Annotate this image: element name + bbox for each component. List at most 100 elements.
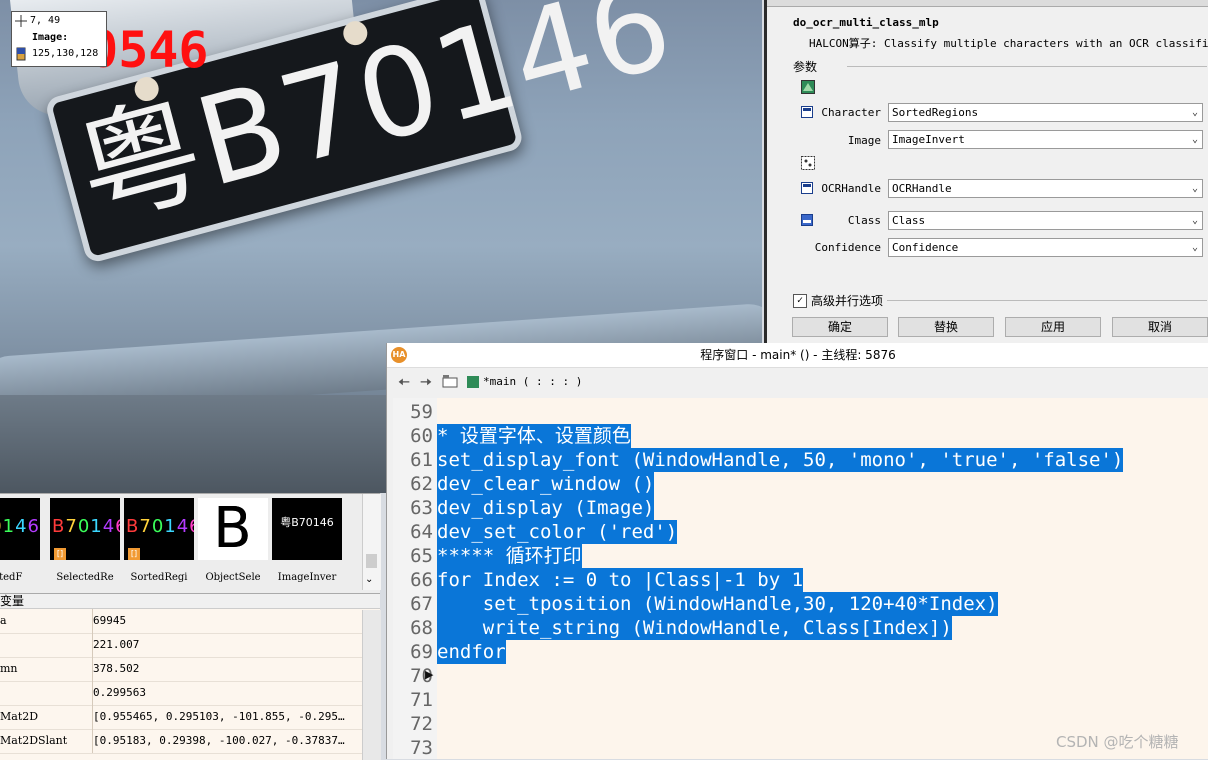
program-window-titlebar[interactable]: HA 程序窗口 - main* () - 主线程: 5876 [387,343,1208,368]
thumbnail-caption: ObjectSele [205,572,261,583]
chevron-down-icon[interactable]: ⌄ [365,574,373,585]
thumbnail-caption: ImageInver [277,572,337,583]
chevron-down-icon: ⌄ [1191,183,1198,194]
control-input-icon [801,156,815,170]
control-scrollbar[interactable] [362,610,381,760]
code-text: dev_clear_window () [437,472,655,496]
variable-value: 221.007 [92,633,361,657]
code-text: ***** 循环打印 [437,544,582,568]
code-line[interactable]: 63 dev_display (Image) [393,496,1208,520]
code-text: * 设置字体、设置颜色 [437,424,631,448]
scroll-thumb[interactable] [366,554,377,568]
control-variable-row[interactable]: 0.299563 [0,681,362,706]
thumbnail-characters: B70146 [52,516,120,537]
operator-window: do_ocr_multi_class_mlp HALCON算子: Classif… [764,0,1208,343]
code-line[interactable]: 62 dev_clear_window () [393,472,1208,496]
thumbnail-characters: 粤B70146 [280,516,334,529]
code-line[interactable]: 64 dev_set_color ('red') [393,520,1208,544]
forward-arrow-icon[interactable]: 🠦 [417,374,435,390]
control-variable-row[interactable]: mn 378.502 [0,657,362,682]
line-number: 69 [410,641,433,663]
code-editor[interactable]: 59 60 * 设置字体、设置颜色 61 set_display_font (Windo… [393,398,1208,759]
procedure-tab-label: *main ( : : : ) [483,375,583,388]
apply-button[interactable]: 应用 [1005,317,1101,337]
thumbnail-caption: SelectedRe [56,572,114,583]
param-label-character: Character [821,106,881,119]
line-number: 61 [410,449,433,471]
param-combo-character[interactable]: SortedRegions ⌄ [888,103,1203,122]
back-arrow-icon[interactable]: 🠤 [395,374,413,390]
thumbnail-caption: ectedF [0,572,23,583]
param-combo-ocrhandle[interactable]: OCRHandle ⌄ [888,179,1203,198]
control-variable-row[interactable]: a 69945 [0,609,362,634]
program-counter-icon: ▶ [425,668,434,681]
watermark: CSDN @吃个糖糖 [1056,733,1179,751]
variable-name: Mat2DSlant [0,734,68,747]
control-variables-panel: 变量 a 69945 221.007 mn 378.502 0.299563 Mat2D [0… [0,593,381,760]
line-number: 73 [410,737,433,759]
line-number: 60 [410,425,433,447]
param-value-confidence: Confidence [892,241,959,254]
code-text: set_tposition (WindowHandle,30, 120+40*I… [437,592,998,616]
operator-name: do_ocr_multi_class_mlp [793,16,939,29]
pixel-info-box: 7, 49 Image: 125,130,128 [11,11,107,67]
chevron-down-icon: ⌄ [1191,242,1198,253]
param-value-character: SortedRegions [892,106,979,119]
param-value-class: Class [892,214,926,227]
line-number: 66 [410,569,433,591]
code-line[interactable]: 71 [393,688,1208,712]
param-combo-class[interactable]: Class ⌄ [888,211,1203,230]
chevron-down-icon: ⌄ [1191,215,1198,226]
line-number: 67 [410,593,433,615]
code-line[interactable]: 65 ***** 循环打印 [393,544,1208,568]
gray-value-icon [15,47,27,61]
code-line[interactable]: 67 set_tposition (WindowHandle,30, 120+4… [393,592,1208,616]
line-number: 71 [410,689,433,711]
code-line[interactable]: 70 [393,664,1208,688]
iconic-scrollbar[interactable]: ⌄ [362,494,381,590]
control-variable-row[interactable]: 221.007 [0,633,362,658]
procedure-icon[interactable] [441,374,459,390]
program-window-title: 程序窗口 - main* () - 主线程: 5876 [700,348,896,362]
iconic-thumbnail[interactable]: B ObjectSele [198,498,268,583]
code-line[interactable]: 60 * 设置字体、设置颜色 [393,424,1208,448]
variable-name [0,633,86,657]
code-line[interactable]: 61 set_display_font (WindowHandle, 50, 'm… [393,448,1208,472]
line-number: 62 [410,473,433,495]
replace-button[interactable]: 替换 [898,317,994,337]
program-toolbar: 🠤 🠦 *main ( : : : ) [387,368,1208,396]
line-number: 68 [410,617,433,639]
code-text: dev_display (Image) [437,496,655,520]
procedure-tab-main[interactable]: *main ( : : : ) [467,372,787,392]
code-text: write_string (WindowHandle, Class[Index]… [437,616,952,640]
ok-button[interactable]: 确定 [792,317,888,337]
pixel-image-label: Image: [32,32,69,43]
region-badge-icon: [] [54,548,66,560]
cancel-button[interactable]: 取消 [1112,317,1208,337]
line-number: 63 [410,497,433,519]
iconic-thumbnail[interactable]: B70146 [] SelectedRe [50,498,120,583]
control-variables-header: 变量 [0,594,380,609]
variable-value: 69945 [92,609,361,633]
control-variable-row[interactable]: Mat2DSlant [0.95183, 0.29398, -100.027, -… [0,729,362,754]
variable-name: Mat2D [0,710,39,723]
code-line[interactable]: 68 write_string (WindowHandle, Class[Ind… [393,616,1208,640]
code-line[interactable]: 66 for Index := 0 to |Class|-1 by 1 [393,568,1208,592]
program-window: HA 程序窗口 - main* () - 主线程: 5876 🠤 🠦 *main… [386,343,1208,759]
param-combo-confidence[interactable]: Confidence ⌄ [888,238,1203,257]
code-line[interactable]: 59 [393,400,1208,424]
pixel-gray-value: 125,130,128 [32,48,99,59]
operator-search-bar[interactable] [767,0,1208,7]
iconic-thumbnail[interactable]: 粤B70146 ImageInver [272,498,342,583]
param-combo-image[interactable]: ImageInvert ⌄ [888,130,1203,149]
line-number: 59 [410,401,433,423]
advanced-options-checkbox[interactable]: ✓ [793,294,807,308]
control-variable-row[interactable]: Mat2D [0.955465, 0.295103, -101.855, -0.2… [0,705,362,730]
divider [887,300,1207,301]
chevron-down-icon: ⌄ [1191,134,1198,145]
iconic-thumbnail[interactable]: 70146 ectedF [0,498,40,583]
param-label-class: Class [847,214,881,227]
code-line[interactable]: 69 endfor [393,640,1208,664]
iconic-thumbnail[interactable]: B70146 [] SortedRegi [124,498,194,583]
param-label-ocrhandle: OCRHandle [821,182,881,195]
